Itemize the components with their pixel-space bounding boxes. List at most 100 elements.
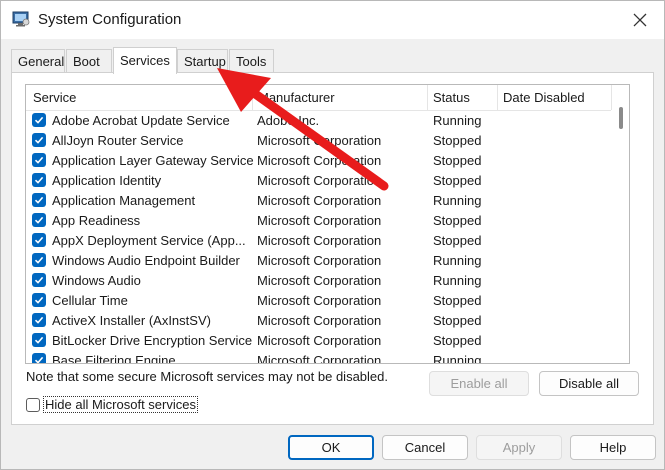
- help-button[interactable]: Help: [570, 435, 656, 460]
- service-status: Running: [433, 353, 482, 364]
- secure-services-note: Note that some secure Microsoft services…: [26, 369, 388, 384]
- system-configuration-window: System Configuration General Boot Servic…: [0, 0, 665, 470]
- tab-general[interactable]: General: [11, 49, 65, 72]
- service-status: Running: [433, 273, 482, 288]
- column-header-manufacturer[interactable]: Manufacturer: [258, 90, 335, 105]
- service-status: Stopped: [433, 133, 482, 148]
- table-row[interactable]: Base Filtering Engine Microsoft Corporati…: [26, 350, 611, 364]
- service-checkbox[interactable]: [32, 253, 46, 267]
- checkmark-icon: [34, 116, 44, 124]
- checkmark-icon: [34, 316, 44, 324]
- checkmark-icon: [34, 356, 44, 363]
- tab-services[interactable]: Services: [113, 47, 177, 74]
- checkmark-icon: [34, 156, 44, 164]
- table-row[interactable]: Windows Audio Endpoint Builder Microsoft …: [26, 250, 611, 270]
- service-status: Running: [433, 193, 482, 208]
- service-checkbox[interactable]: [32, 233, 46, 247]
- cancel-button[interactable]: Cancel: [382, 435, 468, 460]
- service-checkbox[interactable]: [32, 353, 46, 363]
- service-name: Base Filtering Engine: [52, 353, 176, 364]
- service-checkbox[interactable]: [32, 213, 46, 227]
- table-row[interactable]: App Readiness Microsoft Corporation Stoppe…: [26, 210, 611, 230]
- ok-button[interactable]: OK: [288, 435, 374, 460]
- service-name: ActiveX Installer (AxInstSV): [52, 313, 211, 328]
- service-name: AllJoyn Router Service: [52, 133, 184, 148]
- enable-all-button[interactable]: Enable all: [429, 371, 529, 396]
- service-name: Application Management: [52, 193, 196, 208]
- table-row[interactable]: AppX Deployment Service (App... Microsoft…: [26, 230, 611, 250]
- apply-button[interactable]: Apply: [476, 435, 562, 460]
- column-header-service[interactable]: Service: [33, 90, 76, 105]
- table-row[interactable]: Cellular Time Microsoft Corporation Stoppe…: [26, 290, 611, 310]
- column-header-date-disabled[interactable]: Date Disabled: [503, 90, 585, 105]
- table-row[interactable]: ActiveX Installer (AxInstSV) Microsoft Co…: [26, 310, 611, 330]
- checkmark-icon: [34, 276, 44, 284]
- services-panel: Service Manufacturer Status Date Disable…: [11, 72, 654, 425]
- checkmark-icon: [34, 236, 44, 244]
- service-checkbox[interactable]: [32, 293, 46, 307]
- column-header-status[interactable]: Status: [433, 90, 470, 105]
- scrollbar-thumb[interactable]: [619, 107, 623, 129]
- hide-microsoft-services-checkbox[interactable]: [26, 398, 40, 412]
- service-status: Stopped: [433, 173, 482, 188]
- service-name: Adobe Acrobat Update Service: [52, 113, 230, 128]
- tab-boot[interactable]: Boot: [66, 49, 112, 72]
- service-manufacturer: Microsoft Corporation: [257, 273, 382, 288]
- service-checkbox[interactable]: [32, 133, 46, 147]
- table-row[interactable]: Application Management Microsoft Corporat…: [26, 190, 611, 210]
- service-manufacturer: Microsoft Corporation: [257, 153, 382, 168]
- table-row[interactable]: Windows Audio Microsoft Corporation Runnin…: [26, 270, 611, 290]
- service-manufacturer: Microsoft Corporation: [257, 313, 382, 328]
- service-name: Application Layer Gateway Service: [52, 153, 254, 168]
- service-name: AppX Deployment Service (App...: [52, 233, 246, 248]
- list-header: Service Manufacturer Status Date Disable…: [26, 85, 612, 111]
- service-name: Windows Audio Endpoint Builder: [52, 253, 240, 268]
- service-manufacturer: Microsoft Corporation: [257, 353, 382, 364]
- service-status: Stopped: [433, 233, 482, 248]
- disable-all-button[interactable]: Disable all: [539, 371, 639, 396]
- service-checkbox[interactable]: [32, 333, 46, 347]
- vertical-scrollbar[interactable]: [612, 85, 629, 363]
- service-manufacturer: Microsoft Corporation: [257, 133, 382, 148]
- service-checkbox[interactable]: [32, 153, 46, 167]
- tab-startup[interactable]: Startup: [177, 49, 228, 72]
- hide-microsoft-services-label[interactable]: Hide all Microsoft services: [43, 396, 198, 413]
- tab-tools[interactable]: Tools: [229, 49, 274, 72]
- service-checkbox[interactable]: [32, 313, 46, 327]
- service-manufacturer: Microsoft Corporation: [257, 213, 382, 228]
- msconfig-app-icon: [12, 11, 30, 27]
- checkmark-icon: [34, 176, 44, 184]
- service-manufacturer: Microsoft Corporation: [257, 333, 382, 348]
- service-checkbox[interactable]: [32, 173, 46, 187]
- service-manufacturer: Microsoft Corporation: [257, 253, 382, 268]
- service-status: Running: [433, 113, 482, 128]
- service-checkbox[interactable]: [32, 113, 46, 127]
- services-list[interactable]: Service Manufacturer Status Date Disable…: [25, 84, 630, 364]
- checkmark-icon: [34, 256, 44, 264]
- service-name: Application Identity: [52, 173, 162, 188]
- table-row[interactable]: AllJoyn Router Service Microsoft Corporat…: [26, 130, 611, 150]
- checkmark-icon: [34, 336, 44, 344]
- window-title: System Configuration: [38, 11, 182, 28]
- service-manufacturer: Microsoft Corporation: [257, 233, 382, 248]
- table-row[interactable]: Application Identity Microsoft Corporatio…: [26, 170, 611, 190]
- close-icon[interactable]: [630, 10, 650, 30]
- service-checkbox[interactable]: [32, 273, 46, 287]
- checkmark-icon: [34, 196, 44, 204]
- service-manufacturer: Microsoft Corporation: [257, 193, 382, 208]
- service-name: BitLocker Drive Encryption Service: [52, 333, 253, 348]
- service-manufacturer: Microsoft Corporation: [257, 173, 382, 188]
- table-row[interactable]: BitLocker Drive Encryption Service Micros…: [26, 330, 611, 350]
- checkmark-icon: [34, 296, 44, 304]
- checkmark-icon: [34, 216, 44, 224]
- table-row[interactable]: Application Layer Gateway Service Microso…: [26, 150, 611, 170]
- service-status: Stopped: [433, 293, 482, 308]
- service-status: Stopped: [433, 153, 482, 168]
- table-row[interactable]: Adobe Acrobat Update Service Adobe Inc. Ru…: [26, 110, 611, 130]
- checkmark-icon: [34, 136, 44, 144]
- service-name: Cellular Time: [52, 293, 128, 308]
- service-name: App Readiness: [52, 213, 141, 228]
- service-status: Stopped: [433, 213, 482, 228]
- service-checkbox[interactable]: [32, 193, 46, 207]
- service-manufacturer: Microsoft Corporation: [257, 293, 382, 308]
